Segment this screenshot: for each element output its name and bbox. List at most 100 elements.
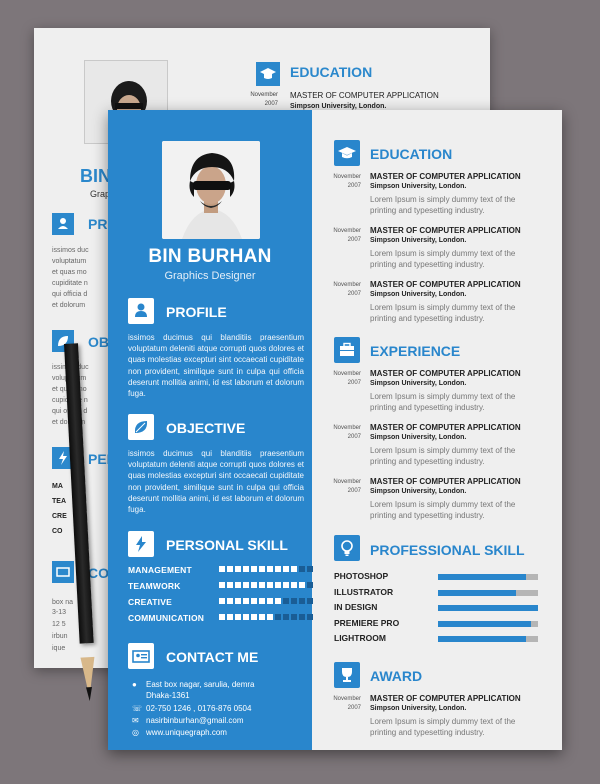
- back-text-line: TEA: [52, 498, 66, 505]
- skill-dot: [227, 598, 233, 604]
- education-entry: November 2007 MASTER OF COMPUTER APPLICATI…: [312, 226, 562, 280]
- skill-rating: [219, 598, 313, 604]
- skill-dot: [235, 598, 241, 604]
- address-line-1: East box nagar, sarulia, demra: [146, 680, 255, 689]
- entry-org: Simpson University, London.: [370, 380, 467, 387]
- skill-dot: [227, 614, 233, 620]
- back-text-line: et dolorum: [52, 302, 86, 309]
- entry-title: MASTER OF COMPUTER APPLICATION: [370, 280, 521, 289]
- entry-month: November: [333, 174, 361, 180]
- skill-dot: [227, 566, 233, 572]
- education-entry: November 2007 MASTER OF COMPUTER APPLICATI…: [312, 172, 562, 226]
- professional-skill-label: IN DESIGN: [334, 602, 378, 612]
- skill-dot: [243, 566, 249, 572]
- envelope-icon: ✉: [132, 716, 139, 725]
- experience-section-title: EXPERIENCE: [370, 343, 461, 359]
- globe-icon: ◎: [132, 728, 139, 737]
- skill-dot: [251, 614, 257, 620]
- entry-year: 2007: [347, 434, 361, 440]
- skill-dot: [235, 582, 241, 588]
- entry-description: Lorem Ipsum is simply dummy text of the …: [370, 500, 516, 520]
- objective-text: issimos ducimus qui blanditiis praesenti…: [128, 449, 304, 515]
- person-name: BIN BURHAN: [148, 246, 272, 267]
- back-text-line: voluptatum: [52, 258, 87, 265]
- back-text-line: 12 5: [52, 621, 66, 628]
- professional-skill-row: ILLUSTRATOR: [334, 587, 544, 599]
- professional-skill-label: PHOTOSHOP: [334, 571, 389, 581]
- entry-year: 2007: [347, 237, 361, 243]
- experience-entry: November 2007 MASTER OF COMPUTER APPLICATI…: [312, 477, 562, 531]
- skill-dot: [251, 566, 257, 572]
- back-person-icon: [52, 213, 74, 235]
- pencil-lead: [85, 687, 93, 702]
- entry-description: Lorem Ipsum is simply dummy text of the …: [370, 249, 516, 269]
- skill-dot: [299, 566, 305, 572]
- skill-dot: [291, 598, 297, 604]
- entry-month: November: [333, 696, 361, 702]
- skill-label: CREATIVE: [128, 597, 172, 607]
- back-text-line: MA: [52, 483, 63, 490]
- profile-section-title: PROFILE: [166, 304, 227, 320]
- professional-skill-bar-fill: [438, 620, 531, 627]
- skill-dot: [299, 582, 305, 588]
- left-column: BIN BURHAN Graphics Designer PROFILE iss…: [108, 110, 313, 750]
- entry-org: Simpson University, London.: [370, 705, 467, 712]
- skill-dot: [259, 566, 265, 572]
- entry-year: 2007: [347, 291, 361, 297]
- address-row: ● East box nagar, sarulia, demra: [132, 680, 255, 689]
- trophy-icon: [334, 662, 360, 688]
- entry-year: 2007: [347, 183, 361, 189]
- back-graduation-cap-icon: [256, 62, 280, 86]
- right-column: EDUCATION November 2007 MASTER OF COMPUTER…: [312, 110, 562, 750]
- entry-org: Simpson University, London.: [370, 291, 467, 298]
- skill-row: TEAMWORK: [128, 581, 313, 591]
- skill-row: COMMUNICATION: [128, 613, 313, 623]
- email-row: ✉ nasirbinburhan@gmail.com: [132, 716, 244, 725]
- skill-dot: [275, 582, 281, 588]
- skill-dot: [235, 566, 241, 572]
- entry-month: November: [333, 425, 361, 431]
- skill-dot: [291, 582, 297, 588]
- contact-section-title: CONTACT ME: [166, 649, 259, 665]
- skill-rating: [219, 614, 313, 620]
- phone-row: ☏ 02-750 1246 , 0176-876 0504: [132, 704, 251, 713]
- skill-label: TEAMWORK: [128, 581, 181, 591]
- professional-skill-row: LIGHTROOM: [334, 633, 544, 645]
- entry-org: Simpson University, London.: [370, 434, 467, 441]
- experience-entry: November 2007 MASTER OF COMPUTER APPLICATI…: [312, 423, 562, 477]
- professional-skill-label: PREMIERE PRO: [334, 617, 400, 628]
- website: www.uniquegraph.com: [146, 728, 227, 737]
- phone-icon: ☏: [132, 704, 143, 713]
- id-card-icon: [128, 643, 154, 669]
- skill-dot: [259, 598, 265, 604]
- education-entry: November 2007 MASTER OF COMPUTER APPLICATI…: [312, 280, 562, 334]
- skill-dot: [219, 614, 225, 620]
- skill-dot: [219, 566, 225, 572]
- entry-month: November: [333, 371, 361, 377]
- back-entry-month: November: [250, 92, 278, 98]
- professional-skill-label: ILLUSTRATOR: [334, 586, 394, 597]
- professional-skill-bar-fill: [438, 636, 526, 642]
- back-text-line: cupiditate n: [52, 280, 88, 287]
- professional-skill-bar-fill: [438, 589, 516, 596]
- skill-dot: [219, 598, 225, 604]
- skill-dot: [291, 566, 297, 572]
- award-section-title: AWARD: [370, 668, 423, 684]
- skill-rating: [219, 582, 313, 588]
- skill-dot: [251, 598, 257, 604]
- professional-skill-bar-fill: [438, 574, 526, 580]
- skill-dot: [219, 582, 225, 588]
- skill-dot: [299, 598, 305, 604]
- professional-skill-bar: [438, 574, 538, 580]
- entry-title: MASTER OF COMPUTER APPLICATION: [370, 369, 521, 378]
- professional-skill-section-title: PROFESSIONAL SKILL: [370, 542, 525, 558]
- skill-dot: [251, 582, 257, 588]
- experience-entry: November 2007 MASTER OF COMPUTER APPLICATI…: [312, 369, 562, 423]
- entry-description: Lorem Ipsum is simply dummy text of the …: [370, 195, 516, 215]
- back-text-line: ique: [52, 645, 66, 652]
- entry-org: Simpson University, London.: [370, 488, 467, 495]
- entry-year: 2007: [347, 705, 361, 711]
- briefcase-icon: [334, 337, 360, 363]
- entry-title: MASTER OF COMPUTER APPLICATION: [370, 477, 521, 486]
- skill-dot: [291, 614, 297, 620]
